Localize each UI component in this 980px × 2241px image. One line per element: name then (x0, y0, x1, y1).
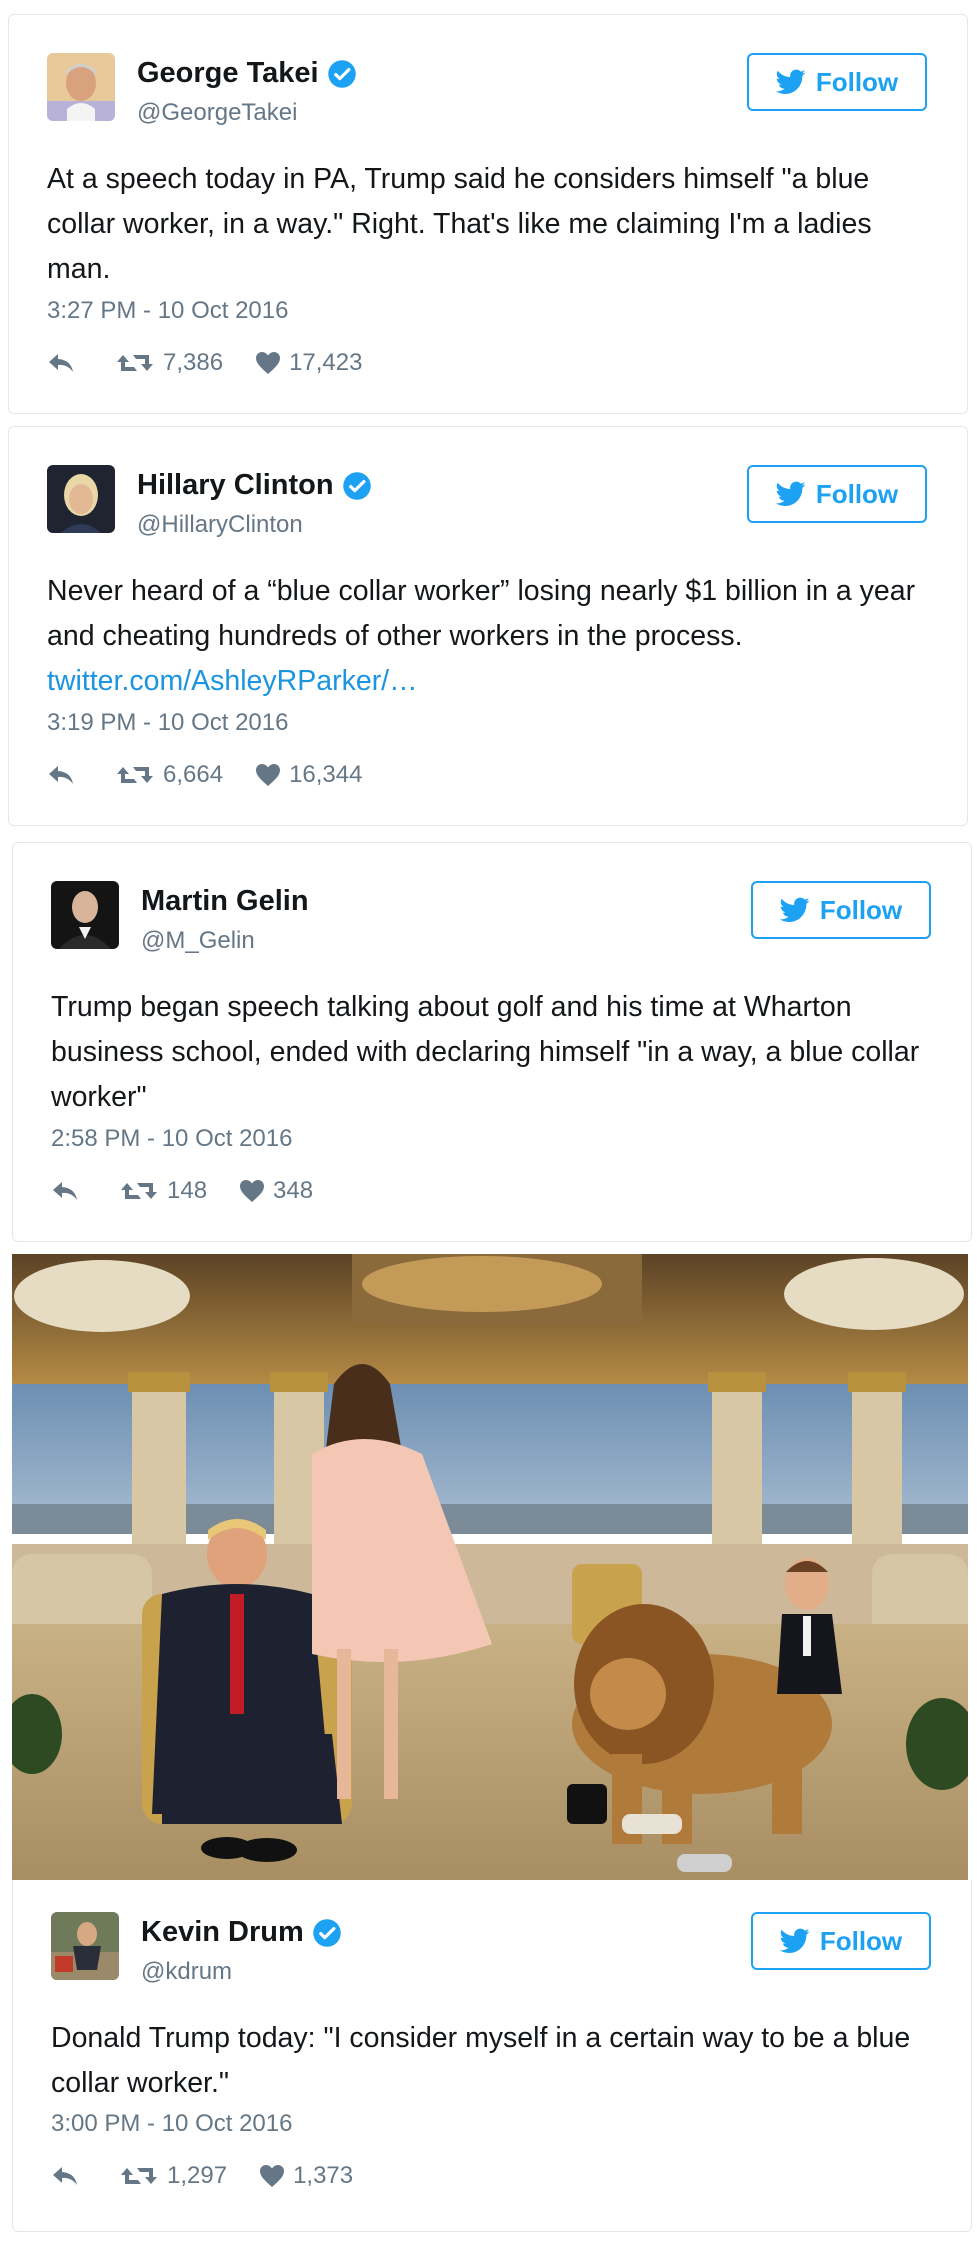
display-name[interactable]: Martin Gelin (141, 885, 309, 918)
handle[interactable]: @M_Gelin (141, 927, 255, 955)
retweet-count: 1,297 (167, 2162, 228, 2189)
retweet-button[interactable]: 148 (119, 1177, 207, 1205)
reply-icon (53, 2167, 77, 2185)
avatar[interactable] (47, 53, 115, 121)
retweet-button[interactable]: 6,664 (115, 761, 223, 789)
heart-icon (240, 1180, 265, 1202)
follow-label: Follow (819, 1925, 903, 1956)
display-name[interactable]: Kevin Drum (141, 1916, 342, 1949)
heart-icon (256, 352, 281, 374)
avatar-image (47, 53, 115, 121)
reply-icon (49, 766, 73, 784)
display-name[interactable]: George Takei (137, 57, 357, 90)
twitter-bird-icon (779, 897, 810, 922)
tweet-text-content: At a speech today in PA, Trump said he c… (47, 163, 872, 285)
tweet-text: At a speech today in PA, Trump said he c… (47, 157, 927, 292)
follow-button[interactable]: Follow (751, 881, 931, 939)
reply-button[interactable] (51, 1180, 79, 1202)
tweet-card-george-takei: George Takei @GeorgeTakei Follow At a sp… (8, 14, 968, 414)
follow-button[interactable]: Follow (747, 465, 927, 523)
display-name-text: Kevin Drum (141, 1916, 304, 1948)
tweet-text-content: Never heard of a “blue collar worker” lo… (47, 575, 916, 652)
tweet-card-hillary-clinton: Hillary Clinton @HillaryClinton Follow N… (8, 426, 968, 826)
display-name-text: Martin Gelin (141, 885, 309, 917)
retweet-button[interactable]: 1,297 (119, 2162, 227, 2190)
reply-button[interactable] (47, 352, 75, 374)
twitter-bird-icon (779, 1928, 810, 1953)
like-button[interactable]: 17,423 (255, 349, 362, 377)
verified-badge-icon (313, 1918, 341, 1947)
follow-label: Follow (815, 66, 899, 97)
avatar-image (51, 1912, 119, 1980)
reply-icon (49, 354, 73, 372)
like-count: 16,344 (289, 761, 363, 788)
retweet-icon (117, 767, 153, 783)
retweet-button[interactable]: 7,386 (115, 349, 223, 377)
avatar[interactable] (51, 881, 119, 949)
avatar[interactable] (51, 1912, 119, 1980)
heart-icon (260, 2165, 285, 2187)
like-count: 17,423 (289, 349, 363, 376)
tweet-card-martin-gelin: Martin Gelin @M_Gelin Follow Trump began… (12, 842, 972, 1242)
twitter-bird-icon (775, 481, 806, 506)
display-name[interactable]: Hillary Clinton (137, 469, 372, 502)
follow-button[interactable]: Follow (747, 53, 927, 111)
avatar[interactable] (47, 465, 115, 533)
retweet-icon (117, 355, 153, 371)
tweet-link[interactable]: twitter.com/AshleyRParker/… (47, 659, 927, 704)
family-portrait-photo (12, 1254, 968, 1880)
tweet-actions: 6,664 16,344 (47, 761, 362, 789)
tweet-photo[interactable] (12, 1254, 968, 1880)
like-count: 348 (273, 1177, 314, 1204)
handle[interactable]: @GeorgeTakei (137, 99, 297, 127)
display-name-text: George Takei (137, 57, 319, 89)
reply-icon (53, 1182, 77, 1200)
follow-button[interactable]: Follow (751, 1912, 931, 1970)
retweet-count: 6,664 (163, 761, 224, 788)
tweet-text: Never heard of a “blue collar worker” lo… (47, 569, 927, 704)
retweet-icon (121, 2168, 157, 2184)
verified-badge-icon (327, 59, 356, 88)
retweet-icon (121, 1183, 157, 1199)
tweet-text-content: Trump began speech talking about golf an… (51, 991, 920, 1113)
tweet-text-content: Donald Trump today: "I consider myself i… (51, 2022, 911, 2099)
follow-label: Follow (819, 894, 903, 925)
timestamp[interactable]: 3:27 PM - 10 Oct 2016 (47, 297, 288, 325)
tweet-actions: 7,386 17,423 (47, 349, 362, 377)
tweet-text: Donald Trump today: "I consider myself i… (51, 2016, 931, 2106)
tweet-card-kevin-drum: Kevin Drum @kdrum Follow Donald Trump to… (12, 1880, 972, 2232)
like-count: 1,373 (293, 2162, 354, 2189)
reply-button[interactable] (47, 764, 75, 786)
display-name-text: Hillary Clinton (137, 469, 334, 501)
avatar-image (47, 465, 115, 533)
like-button[interactable]: 16,344 (255, 761, 362, 789)
timestamp[interactable]: 3:00 PM - 10 Oct 2016 (51, 2110, 292, 2138)
timestamp[interactable]: 2:58 PM - 10 Oct 2016 (51, 1125, 292, 1153)
like-button[interactable]: 1,373 (259, 2162, 353, 2190)
retweet-count: 7,386 (163, 349, 224, 376)
like-button[interactable]: 348 (239, 1177, 313, 1205)
timestamp[interactable]: 3:19 PM - 10 Oct 2016 (47, 709, 288, 737)
handle[interactable]: @HillaryClinton (137, 511, 303, 539)
avatar-image (51, 881, 119, 949)
tweet-actions: 148 348 (51, 1177, 313, 1205)
reply-button[interactable] (51, 2165, 79, 2187)
handle[interactable]: @kdrum (141, 1958, 232, 1986)
verified-badge-icon (342, 471, 371, 500)
tweet-actions: 1,297 1,373 (51, 2162, 353, 2190)
follow-label: Follow (815, 478, 899, 509)
heart-icon (256, 764, 281, 786)
twitter-bird-icon (775, 69, 806, 94)
tweet-text: Trump began speech talking about golf an… (51, 985, 931, 1120)
retweet-count: 148 (167, 1177, 208, 1204)
